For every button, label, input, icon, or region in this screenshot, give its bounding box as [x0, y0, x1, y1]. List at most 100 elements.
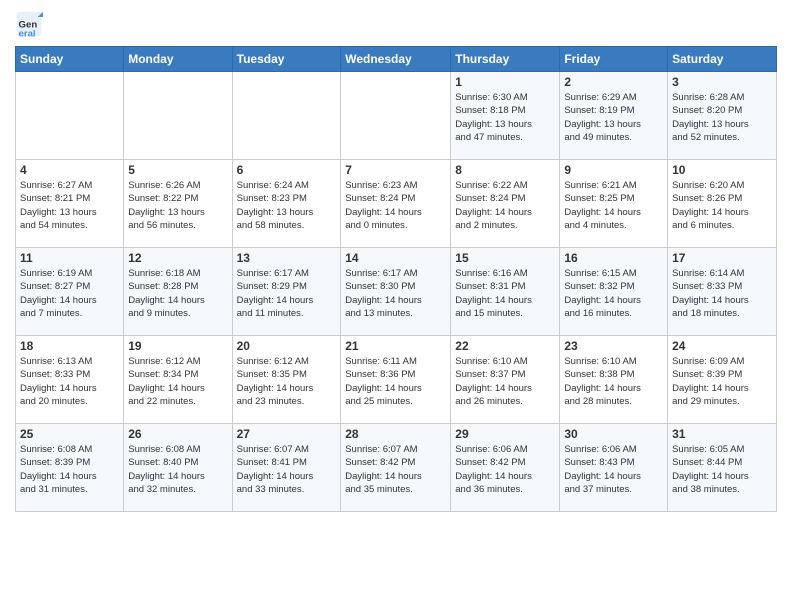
day-info: Sunrise: 6:17 AM Sunset: 8:29 PM Dayligh…	[237, 267, 337, 320]
logo: Gen eral	[15, 10, 47, 38]
day-number: 4	[20, 163, 119, 177]
day-info: Sunrise: 6:30 AM Sunset: 8:18 PM Dayligh…	[455, 91, 555, 144]
day-info: Sunrise: 6:13 AM Sunset: 8:33 PM Dayligh…	[20, 355, 119, 408]
day-info: Sunrise: 6:23 AM Sunset: 8:24 PM Dayligh…	[345, 179, 446, 232]
day-info: Sunrise: 6:07 AM Sunset: 8:41 PM Dayligh…	[237, 443, 337, 496]
day-number: 8	[455, 163, 555, 177]
day-number: 30	[564, 427, 663, 441]
day-number: 7	[345, 163, 446, 177]
day-cell: 7 Sunrise: 6:23 AM Sunset: 8:24 PM Daylig…	[341, 160, 451, 248]
day-info: Sunrise: 6:08 AM Sunset: 8:40 PM Dayligh…	[128, 443, 227, 496]
day-cell: 5 Sunrise: 6:26 AM Sunset: 8:22 PM Daylig…	[124, 160, 232, 248]
day-number: 11	[20, 251, 119, 265]
day-number: 23	[564, 339, 663, 353]
day-info: Sunrise: 6:21 AM Sunset: 8:25 PM Dayligh…	[564, 179, 663, 232]
calendar-page: Gen eral SundayMondayTuesdayWednesdayThu…	[0, 0, 792, 612]
day-number: 15	[455, 251, 555, 265]
day-cell: 20Sunrise: 6:12 AM Sunset: 8:35 PM Dayli…	[232, 336, 341, 424]
week-row-1: 1 Sunrise: 6:30 AM Sunset: 8:18 PM Daylig…	[16, 72, 777, 160]
day-info: Sunrise: 6:20 AM Sunset: 8:26 PM Dayligh…	[672, 179, 772, 232]
day-cell: 18 Sunrise: 6:13 AM Sunset: 8:33 PM Dayli…	[16, 336, 124, 424]
day-info: Sunrise: 6:12 AM Sunset: 8:34 PM Dayligh…	[128, 355, 227, 408]
day-number: 3	[672, 75, 772, 89]
day-cell: 8 Sunrise: 6:22 AM Sunset: 8:24 PM Daylig…	[451, 160, 560, 248]
svg-text:eral: eral	[19, 28, 36, 38]
day-number: 26	[128, 427, 227, 441]
day-number: 1	[455, 75, 555, 89]
day-cell: 21 Sunrise: 6:11 AM Sunset: 8:36 PM Dayli…	[341, 336, 451, 424]
day-number: 29	[455, 427, 555, 441]
weekday-header-thursday: Thursday	[451, 47, 560, 72]
day-info: Sunrise: 6:18 AM Sunset: 8:28 PM Dayligh…	[128, 267, 227, 320]
day-cell: 24 Sunrise: 6:09 AM Sunset: 8:39 PM Dayli…	[668, 336, 777, 424]
day-info: Sunrise: 6:10 AM Sunset: 8:38 PM Dayligh…	[564, 355, 663, 408]
day-info: Sunrise: 6:07 AM Sunset: 8:42 PM Dayligh…	[345, 443, 446, 496]
day-number: 27	[237, 427, 337, 441]
day-info: Sunrise: 6:05 AM Sunset: 8:44 PM Dayligh…	[672, 443, 772, 496]
day-number: 31	[672, 427, 772, 441]
week-row-2: 4Sunrise: 6:27 AM Sunset: 8:21 PM Daylig…	[16, 160, 777, 248]
day-info: Sunrise: 6:14 AM Sunset: 8:33 PM Dayligh…	[672, 267, 772, 320]
day-cell: 31 Sunrise: 6:05 AM Sunset: 8:44 PM Dayli…	[668, 424, 777, 512]
day-info: Sunrise: 6:06 AM Sunset: 8:43 PM Dayligh…	[564, 443, 663, 496]
day-info: Sunrise: 6:09 AM Sunset: 8:39 PM Dayligh…	[672, 355, 772, 408]
weekday-row: SundayMondayTuesdayWednesdayThursdayFrid…	[16, 47, 777, 72]
day-cell: 17 Sunrise: 6:14 AM Sunset: 8:33 PM Dayli…	[668, 248, 777, 336]
day-cell: 27 Sunrise: 6:07 AM Sunset: 8:41 PM Dayli…	[232, 424, 341, 512]
header: Gen eral	[15, 10, 777, 38]
day-number: 12	[128, 251, 227, 265]
day-cell: 28 Sunrise: 6:07 AM Sunset: 8:42 PM Dayli…	[341, 424, 451, 512]
day-cell: 11 Sunrise: 6:19 AM Sunset: 8:27 PM Dayli…	[16, 248, 124, 336]
day-info: Sunrise: 6:16 AM Sunset: 8:31 PM Dayligh…	[455, 267, 555, 320]
day-info: Sunrise: 6:28 AM Sunset: 8:20 PM Dayligh…	[672, 91, 772, 144]
day-cell: 12 Sunrise: 6:18 AM Sunset: 8:28 PM Dayli…	[124, 248, 232, 336]
day-number: 24	[672, 339, 772, 353]
weekday-header-monday: Monday	[124, 47, 232, 72]
day-cell: 3 Sunrise: 6:28 AM Sunset: 8:20 PM Daylig…	[668, 72, 777, 160]
day-cell: 16Sunrise: 6:15 AM Sunset: 8:32 PM Dayli…	[560, 248, 668, 336]
day-number: 22	[455, 339, 555, 353]
day-cell	[124, 72, 232, 160]
weekday-header-friday: Friday	[560, 47, 668, 72]
day-number: 5	[128, 163, 227, 177]
day-number: 21	[345, 339, 446, 353]
day-number: 18	[20, 339, 119, 353]
day-number: 13	[237, 251, 337, 265]
day-number: 28	[345, 427, 446, 441]
day-cell	[232, 72, 341, 160]
weekday-header-tuesday: Tuesday	[232, 47, 341, 72]
day-cell: 23 Sunrise: 6:10 AM Sunset: 8:38 PM Dayli…	[560, 336, 668, 424]
day-cell: 4Sunrise: 6:27 AM Sunset: 8:21 PM Daylig…	[16, 160, 124, 248]
day-info: Sunrise: 6:15 AM Sunset: 8:32 PM Dayligh…	[564, 267, 663, 320]
calendar-table: SundayMondayTuesdayWednesdayThursdayFrid…	[15, 46, 777, 512]
day-info: Sunrise: 6:24 AM Sunset: 8:23 PM Dayligh…	[237, 179, 337, 232]
calendar-body: 1 Sunrise: 6:30 AM Sunset: 8:18 PM Daylig…	[16, 72, 777, 512]
day-cell: 15 Sunrise: 6:16 AM Sunset: 8:31 PM Dayli…	[451, 248, 560, 336]
day-cell	[16, 72, 124, 160]
day-number: 10	[672, 163, 772, 177]
day-number: 2	[564, 75, 663, 89]
week-row-4: 18 Sunrise: 6:13 AM Sunset: 8:33 PM Dayli…	[16, 336, 777, 424]
day-cell: 6 Sunrise: 6:24 AM Sunset: 8:23 PM Daylig…	[232, 160, 341, 248]
day-number: 9	[564, 163, 663, 177]
day-info: Sunrise: 6:22 AM Sunset: 8:24 PM Dayligh…	[455, 179, 555, 232]
day-info: Sunrise: 6:11 AM Sunset: 8:36 PM Dayligh…	[345, 355, 446, 408]
day-number: 19	[128, 339, 227, 353]
day-cell: 13 Sunrise: 6:17 AM Sunset: 8:29 PM Dayli…	[232, 248, 341, 336]
day-cell: 2Sunrise: 6:29 AM Sunset: 8:19 PM Daylig…	[560, 72, 668, 160]
day-number: 6	[237, 163, 337, 177]
day-cell: 26 Sunrise: 6:08 AM Sunset: 8:40 PM Dayli…	[124, 424, 232, 512]
weekday-header-sunday: Sunday	[16, 47, 124, 72]
day-cell: 29Sunrise: 6:06 AM Sunset: 8:42 PM Dayli…	[451, 424, 560, 512]
day-info: Sunrise: 6:19 AM Sunset: 8:27 PM Dayligh…	[20, 267, 119, 320]
day-number: 20	[237, 339, 337, 353]
day-info: Sunrise: 6:26 AM Sunset: 8:22 PM Dayligh…	[128, 179, 227, 232]
calendar-header: SundayMondayTuesdayWednesdayThursdayFrid…	[16, 47, 777, 72]
weekday-header-saturday: Saturday	[668, 47, 777, 72]
day-number: 14	[345, 251, 446, 265]
week-row-3: 11 Sunrise: 6:19 AM Sunset: 8:27 PM Dayli…	[16, 248, 777, 336]
weekday-header-wednesday: Wednesday	[341, 47, 451, 72]
day-number: 17	[672, 251, 772, 265]
day-cell	[341, 72, 451, 160]
day-cell: 30 Sunrise: 6:06 AM Sunset: 8:43 PM Dayli…	[560, 424, 668, 512]
